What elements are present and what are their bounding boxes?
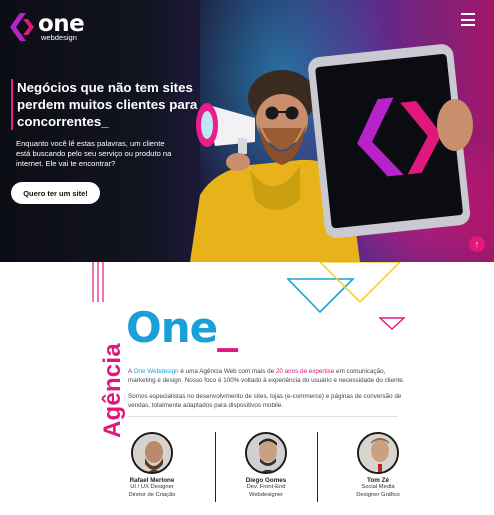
team-member-role: Diretor de Criação bbox=[128, 491, 176, 498]
about-highlight: 20 anos de expertise bbox=[275, 368, 335, 375]
section-title-underscore: _ bbox=[217, 303, 238, 352]
avatar bbox=[131, 432, 173, 474]
team-member-role: Social Media bbox=[361, 484, 395, 490]
avatar bbox=[245, 432, 287, 474]
hero-headline-block: Negócios que não tem sites perdem muitos… bbox=[11, 79, 201, 130]
brand-logo[interactable]: one webdesign bbox=[10, 11, 85, 43]
about-brand-link: One Webdesign bbox=[133, 368, 179, 375]
hero-title: Negócios que não tem sites perdem muitos… bbox=[17, 80, 198, 129]
section-title: One_ bbox=[126, 303, 238, 352]
team-member-name: Rafael Merlone bbox=[129, 477, 175, 484]
hero-banner: one webdesign Negócios que não tem sites… bbox=[0, 0, 494, 262]
hero-description: Enquanto você lê estas palavras, um clie… bbox=[16, 139, 172, 168]
one-logo-icon bbox=[10, 13, 34, 41]
section-title-main: One bbox=[126, 303, 218, 352]
team-member-card: Tom Zé Social Media Designer Gráfico bbox=[330, 432, 426, 499]
team-member-name: Diego Gomes bbox=[245, 477, 287, 484]
team-divider bbox=[215, 432, 216, 502]
team-member-card: Diego Gomes Dev. Front-End Webdesigner bbox=[218, 432, 314, 499]
divider bbox=[128, 416, 398, 417]
team-member-role: UI / UX Designer bbox=[130, 484, 174, 490]
arrow-up-icon: ↑ bbox=[474, 239, 480, 249]
team-member-card: Rafael Merlone UI / UX Designer Diretor … bbox=[104, 432, 200, 499]
decorative-shapes bbox=[92, 262, 406, 330]
menu-hamburger-icon[interactable] bbox=[461, 13, 475, 26]
team-member-name: Tom Zé bbox=[367, 477, 389, 484]
about-paragraph-2: Somos especialistas no desenvolvimento d… bbox=[128, 393, 402, 409]
avatar bbox=[357, 432, 399, 474]
about-text: A One Webdesign é uma Agência Web com ma… bbox=[128, 368, 408, 418]
about-paragraph-1: A One Webdesign é uma Agência Web com ma… bbox=[128, 368, 405, 384]
team-divider bbox=[317, 432, 318, 502]
section-vertical-title: Agência bbox=[99, 343, 126, 438]
cta-button[interactable]: Quero ter um site! bbox=[11, 182, 100, 204]
scroll-top-button[interactable]: ↑ bbox=[469, 236, 485, 252]
team-member-role: Webdesigner bbox=[248, 491, 284, 498]
team-member-role: Dev. Front-End bbox=[246, 484, 286, 490]
team-member-role: Designer Gráfico bbox=[356, 491, 400, 498]
